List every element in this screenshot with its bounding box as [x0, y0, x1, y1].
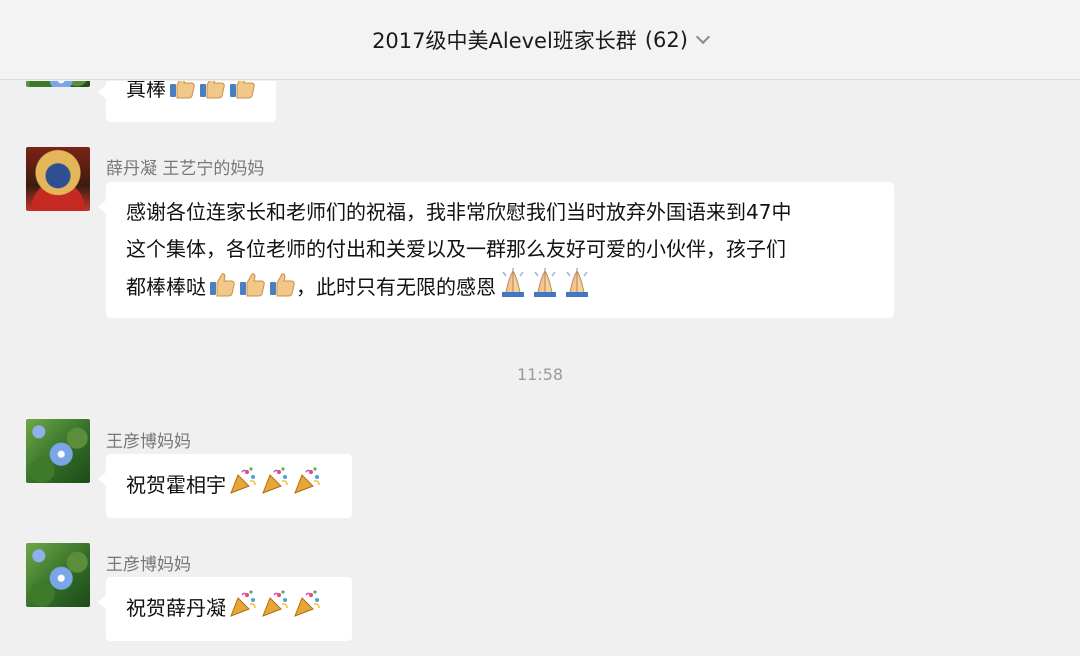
chat-header: 2017级中美Alevel班家长群 (62) [0, 0, 1080, 80]
folded-hands-icon [562, 268, 592, 298]
message-text: 都棒棒哒 [126, 275, 206, 299]
message-line: 这个集体，各位老师的付出和关爱以及一群那么友好可爱的小伙伴，孩子们 [126, 237, 786, 261]
message-text: ，此时只有无限的感恩 [296, 275, 496, 299]
group-title[interactable]: 2017级中美Alevel班家长群 [372, 25, 637, 55]
avatar[interactable] [26, 543, 90, 607]
avatar[interactable] [26, 147, 90, 211]
avatar[interactable] [26, 419, 90, 483]
sender-name: 薛丹凝 王艺宁的妈妈 [106, 159, 265, 179]
party-popper-icon [228, 466, 258, 496]
party-popper-icon [228, 589, 258, 619]
party-popper-icon [260, 589, 290, 619]
sender-name: 王彦博妈妈 [106, 555, 191, 575]
message-line: 感谢各位连家长和老师们的祝福，我非常欣慰我们当时放弃外国语来到47中 [126, 200, 792, 224]
message-text: 祝贺霍相宇 [126, 473, 226, 497]
timestamp: 11:58 [516, 365, 564, 384]
message-line: 都棒棒哒 ，此时只有无限的感恩 [126, 268, 874, 306]
avatar[interactable] [26, 81, 90, 87]
thumbs-up-icon [268, 270, 296, 298]
thumbs-up-icon [198, 81, 226, 100]
thumbs-up-icon [238, 270, 266, 298]
message-bubble[interactable]: 祝贺霍相宇 [98, 454, 352, 518]
party-popper-icon [260, 466, 290, 496]
party-popper-icon [292, 466, 322, 496]
message-text: 真棒 [126, 81, 166, 101]
folded-hands-icon [530, 268, 560, 298]
thumbs-up-icon [208, 270, 236, 298]
thumbs-up-icon [168, 81, 196, 100]
message-bubble[interactable]: 真棒 [98, 81, 276, 122]
message-bubble[interactable]: 感谢各位连家长和老师们的祝福，我非常欣慰我们当时放弃外国语来到47中 这个集体，… [98, 182, 894, 318]
folded-hands-icon [498, 268, 528, 298]
member-count[interactable]: (62) [645, 28, 688, 52]
party-popper-icon [292, 589, 322, 619]
thumbs-up-icon [228, 81, 256, 100]
message-list[interactable]: 真棒 薛丹凝 王艺宁的妈妈 感谢各位连家长和老师们的祝福，我非常欣慰我们当时放弃… [0, 81, 1080, 656]
message-bubble[interactable]: 祝贺薛丹凝 [98, 577, 352, 641]
chevron-down-icon[interactable] [695, 29, 710, 45]
message-text: 祝贺薛丹凝 [126, 596, 226, 620]
sender-name: 王彦博妈妈 [106, 432, 191, 452]
